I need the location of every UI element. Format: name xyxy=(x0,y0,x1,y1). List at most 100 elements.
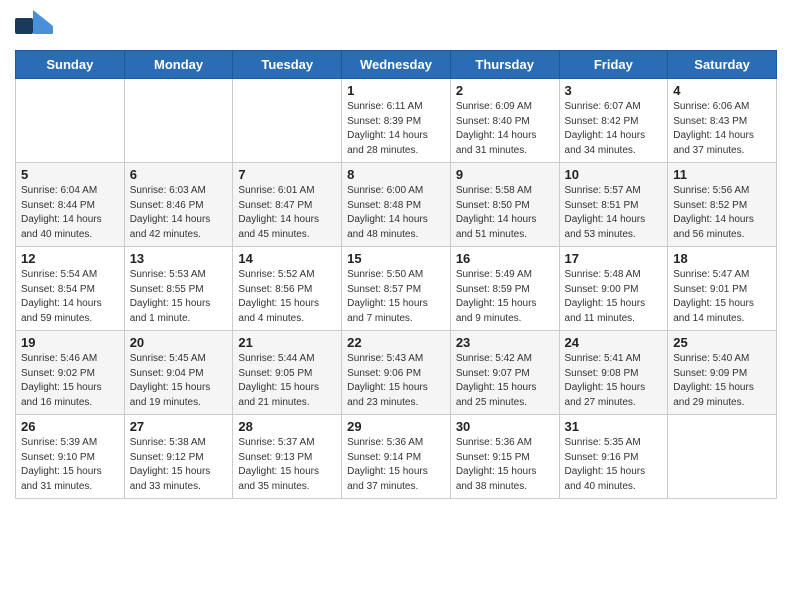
day-number: 21 xyxy=(238,335,336,350)
day-info: Sunrise: 6:03 AMSunset: 8:46 PMDaylight:… xyxy=(130,184,228,242)
day-info: Sunrise: 6:01 AMSunset: 8:47 PMDaylight:… xyxy=(238,184,336,242)
calendar-day-27: 27 Sunrise: 5:38 AMSunset: 9:12 PMDayligh… xyxy=(124,415,233,499)
day-number: 8 xyxy=(347,167,445,182)
calendar-day-9: 9 Sunrise: 5:58 AMSunset: 8:50 PMDaylight… xyxy=(450,163,559,247)
calendar-day-25: 25 Sunrise: 5:40 AMSunset: 9:09 PMDayligh… xyxy=(668,331,777,415)
calendar-day-1: 1 Sunrise: 6:11 AMSunset: 8:39 PMDaylight… xyxy=(342,79,451,163)
calendar-day-28: 28 Sunrise: 5:37 AMSunset: 9:13 PMDayligh… xyxy=(233,415,342,499)
day-info: Sunrise: 6:04 AMSunset: 8:44 PMDaylight:… xyxy=(21,184,119,242)
day-number: 22 xyxy=(347,335,445,350)
day-number: 5 xyxy=(21,167,119,182)
day-number: 27 xyxy=(130,419,228,434)
day-number: 25 xyxy=(673,335,771,350)
day-number: 23 xyxy=(456,335,554,350)
calendar-week-3: 12 Sunrise: 5:54 AMSunset: 8:54 PMDayligh… xyxy=(16,247,777,331)
header-monday: Monday xyxy=(124,51,233,79)
calendar-header-row: SundayMondayTuesdayWednesdayThursdayFrid… xyxy=(16,51,777,79)
page-header xyxy=(15,10,777,42)
day-number: 9 xyxy=(456,167,554,182)
calendar-day-17: 17 Sunrise: 5:48 AMSunset: 9:00 PMDayligh… xyxy=(559,247,668,331)
calendar-day-21: 21Sunrise: 5:44 AMSunset: 9:05 PMDayligh… xyxy=(233,331,342,415)
header-wednesday: Wednesday xyxy=(342,51,451,79)
calendar-day-3: 3Sunrise: 6:07 AMSunset: 8:42 PMDaylight… xyxy=(559,79,668,163)
day-number: 1 xyxy=(347,83,445,98)
day-number: 16 xyxy=(456,251,554,266)
calendar-day-22: 22Sunrise: 5:43 AMSunset: 9:06 PMDayligh… xyxy=(342,331,451,415)
day-info: Sunrise: 5:36 AMSunset: 9:15 PMDaylight:… xyxy=(456,436,554,494)
calendar-week-5: 26 Sunrise: 5:39 AMSunset: 9:10 PMDayligh… xyxy=(16,415,777,499)
day-info: Sunrise: 5:37 AMSunset: 9:13 PMDaylight:… xyxy=(238,436,336,494)
calendar-day-12: 12 Sunrise: 5:54 AMSunset: 8:54 PMDayligh… xyxy=(16,247,125,331)
calendar-day-8: 8Sunrise: 6:00 AMSunset: 8:48 PMDaylight… xyxy=(342,163,451,247)
empty-cell xyxy=(668,415,777,499)
calendar-day-13: 13 Sunrise: 5:53 AMSunset: 8:55 PMDayligh… xyxy=(124,247,233,331)
day-info: Sunrise: 5:50 AMSunset: 8:57 PMDaylight:… xyxy=(347,268,445,326)
day-info: Sunrise: 5:57 AMSunset: 8:51 PMDaylight:… xyxy=(565,184,663,242)
empty-cell xyxy=(16,79,125,163)
calendar-day-18: 18 Sunrise: 5:47 AMSunset: 9:01 PMDayligh… xyxy=(668,247,777,331)
day-info: Sunrise: 5:36 AMSunset: 9:14 PMDaylight:… xyxy=(347,436,445,494)
day-info: Sunrise: 5:56 AMSunset: 8:52 PMDaylight:… xyxy=(673,184,771,242)
calendar-day-5: 5 Sunrise: 6:04 AMSunset: 8:44 PMDaylight… xyxy=(16,163,125,247)
day-number: 2 xyxy=(456,83,554,98)
calendar-day-15: 15 Sunrise: 5:50 AMSunset: 8:57 PMDayligh… xyxy=(342,247,451,331)
day-number: 10 xyxy=(565,167,663,182)
day-number: 26 xyxy=(21,419,119,434)
day-number: 18 xyxy=(673,251,771,266)
day-number: 12 xyxy=(21,251,119,266)
day-number: 17 xyxy=(565,251,663,266)
day-info: Sunrise: 5:53 AMSunset: 8:55 PMDaylight:… xyxy=(130,268,228,326)
day-info: Sunrise: 5:48 AMSunset: 9:00 PMDaylight:… xyxy=(565,268,663,326)
day-info: Sunrise: 6:06 AMSunset: 8:43 PMDaylight:… xyxy=(673,100,771,158)
day-info: Sunrise: 5:35 AMSunset: 9:16 PMDaylight:… xyxy=(565,436,663,494)
day-number: 29 xyxy=(347,419,445,434)
header-sunday: Sunday xyxy=(16,51,125,79)
day-number: 13 xyxy=(130,251,228,266)
calendar-day-7: 7 Sunrise: 6:01 AMSunset: 8:47 PMDaylight… xyxy=(233,163,342,247)
calendar-day-16: 16 Sunrise: 5:49 AMSunset: 8:59 PMDayligh… xyxy=(450,247,559,331)
calendar-day-29: 29 Sunrise: 5:36 AMSunset: 9:14 PMDayligh… xyxy=(342,415,451,499)
calendar-day-10: 10 Sunrise: 5:57 AMSunset: 8:51 PMDayligh… xyxy=(559,163,668,247)
header-friday: Friday xyxy=(559,51,668,79)
logo xyxy=(15,10,57,42)
day-number: 31 xyxy=(565,419,663,434)
day-number: 19 xyxy=(21,335,119,350)
header-saturday: Saturday xyxy=(668,51,777,79)
day-info: Sunrise: 5:39 AMSunset: 9:10 PMDaylight:… xyxy=(21,436,119,494)
calendar-week-2: 5 Sunrise: 6:04 AMSunset: 8:44 PMDaylight… xyxy=(16,163,777,247)
day-info: Sunrise: 5:46 AMSunset: 9:02 PMDaylight:… xyxy=(21,352,119,410)
day-info: Sunrise: 5:47 AMSunset: 9:01 PMDaylight:… xyxy=(673,268,771,326)
day-info: Sunrise: 5:41 AMSunset: 9:08 PMDaylight:… xyxy=(565,352,663,410)
calendar-day-31: 31 Sunrise: 5:35 AMSunset: 9:16 PMDayligh… xyxy=(559,415,668,499)
calendar-table: SundayMondayTuesdayWednesdayThursdayFrid… xyxy=(15,50,777,499)
calendar-day-30: 30Sunrise: 5:36 AMSunset: 9:15 PMDayligh… xyxy=(450,415,559,499)
day-number: 28 xyxy=(238,419,336,434)
calendar-week-4: 19 Sunrise: 5:46 AMSunset: 9:02 PMDayligh… xyxy=(16,331,777,415)
calendar-day-26: 26 Sunrise: 5:39 AMSunset: 9:10 PMDayligh… xyxy=(16,415,125,499)
day-info: Sunrise: 5:52 AMSunset: 8:56 PMDaylight:… xyxy=(238,268,336,326)
calendar-day-14: 14 Sunrise: 5:52 AMSunset: 8:56 PMDayligh… xyxy=(233,247,342,331)
day-info: Sunrise: 5:58 AMSunset: 8:50 PMDaylight:… xyxy=(456,184,554,242)
day-number: 24 xyxy=(565,335,663,350)
day-number: 11 xyxy=(673,167,771,182)
calendar-day-6: 6 Sunrise: 6:03 AMSunset: 8:46 PMDaylight… xyxy=(124,163,233,247)
calendar-day-11: 11 Sunrise: 5:56 AMSunset: 8:52 PMDayligh… xyxy=(668,163,777,247)
day-info: Sunrise: 6:11 AMSunset: 8:39 PMDaylight:… xyxy=(347,100,445,158)
day-number: 6 xyxy=(130,167,228,182)
day-info: Sunrise: 5:54 AMSunset: 8:54 PMDaylight:… xyxy=(21,268,119,326)
calendar-week-1: 1 Sunrise: 6:11 AMSunset: 8:39 PMDaylight… xyxy=(16,79,777,163)
day-info: Sunrise: 5:42 AMSunset: 9:07 PMDaylight:… xyxy=(456,352,554,410)
day-number: 20 xyxy=(130,335,228,350)
header-thursday: Thursday xyxy=(450,51,559,79)
day-number: 14 xyxy=(238,251,336,266)
day-info: Sunrise: 6:09 AMSunset: 8:40 PMDaylight:… xyxy=(456,100,554,158)
calendar-day-23: 23 Sunrise: 5:42 AMSunset: 9:07 PMDayligh… xyxy=(450,331,559,415)
day-info: Sunrise: 5:38 AMSunset: 9:12 PMDaylight:… xyxy=(130,436,228,494)
calendar-day-4: 4Sunrise: 6:06 AMSunset: 8:43 PMDaylight… xyxy=(668,79,777,163)
day-info: Sunrise: 5:49 AMSunset: 8:59 PMDaylight:… xyxy=(456,268,554,326)
day-number: 15 xyxy=(347,251,445,266)
day-number: 7 xyxy=(238,167,336,182)
calendar-day-19: 19 Sunrise: 5:46 AMSunset: 9:02 PMDayligh… xyxy=(16,331,125,415)
day-info: Sunrise: 5:40 AMSunset: 9:09 PMDaylight:… xyxy=(673,352,771,410)
logo-icon xyxy=(15,10,53,42)
